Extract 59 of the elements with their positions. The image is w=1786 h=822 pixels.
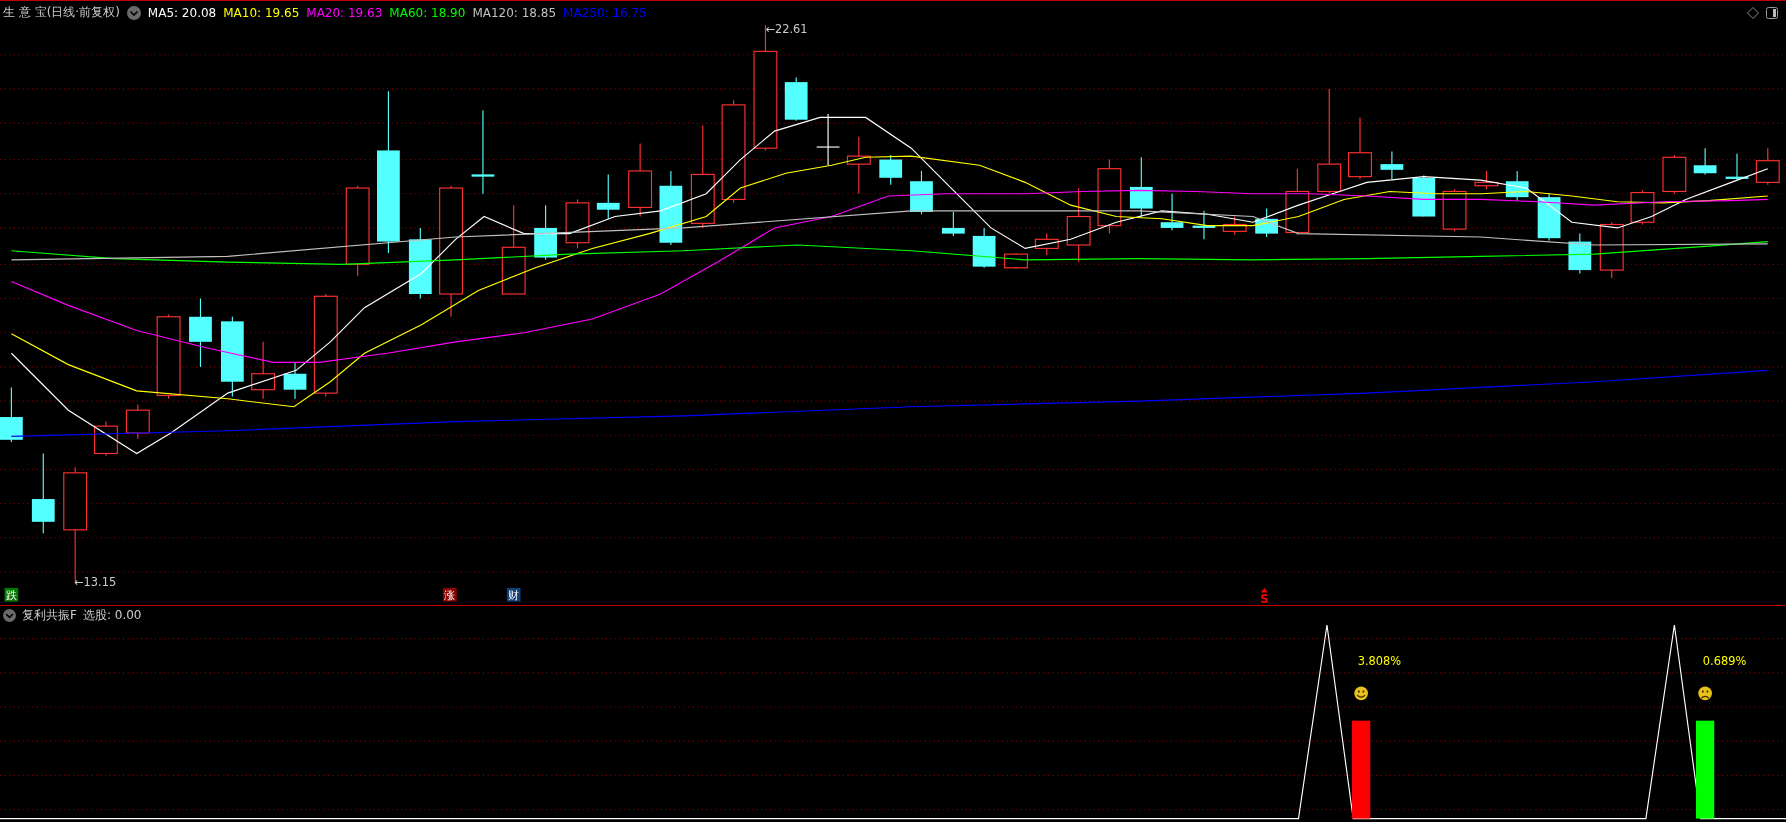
moving-average-reading: MA5: 20.08 [147,5,217,20]
candlestick [189,298,212,368]
candlestick [1192,210,1216,240]
percent-label: 3.808% [1357,653,1402,668]
candlestick [879,154,903,186]
candlestick [283,361,307,400]
candlestick [1537,193,1561,241]
candlestick [1568,233,1592,275]
moving-average-reading: MA120: 18.85 [472,5,557,20]
high-price-label: ←22.61 [765,24,808,37]
candlestick [1222,215,1247,236]
candlestick [1662,154,1687,195]
candlestick [1129,156,1153,218]
candlestick [1755,147,1780,186]
frowning-face-icon [1698,686,1712,701]
candlestick [1505,170,1529,202]
candlestick [1442,188,1467,232]
low-price-label: ←13.15 [74,574,117,589]
candlestick [1630,189,1655,226]
candlestick [972,227,996,269]
candlestick [1160,193,1184,231]
candlestick [1474,170,1499,190]
indicator-reading: 选股: 0.00 [82,607,142,624]
collapse-icon[interactable] [126,5,141,20]
panel-toggle-icon[interactable] [1766,6,1778,19]
indicator-name: 复利共振F [22,607,77,624]
candlestick [910,170,933,215]
candlestick [251,341,276,400]
candlestick [816,113,841,166]
smiley-face-icon [1354,686,1368,701]
candlestick [0,386,23,443]
moving-average-reading: MA10: 19.65 [223,5,300,20]
diamond-icon[interactable] [1747,6,1759,19]
candlestick [125,403,150,440]
candlestick [784,76,808,122]
signal-tag: 涨 [443,587,457,603]
candlestick [565,198,590,249]
candlestick [1285,168,1310,236]
stock-title: 生 意 宝(日线·前复权) [3,4,120,21]
candlestick [93,421,118,457]
candlestick [1034,233,1059,256]
candlestick [942,211,965,237]
candlestick [596,173,620,220]
candlestick [1599,221,1624,279]
moving-average-reading: MA60: 18.90 [389,5,466,20]
signal-tag: 跌 [4,587,19,603]
candlestick [1380,151,1404,180]
candlestick [1004,252,1028,270]
candlestick [1348,116,1372,180]
candlestick [534,204,557,261]
moving-average-reading: MA20: 19.63 [306,5,383,20]
candlestick [1255,208,1278,238]
moving-average-reading: MA250: 16.75 [563,5,647,20]
signal-tag: 财 [506,587,521,603]
candlestick [1693,147,1717,175]
candlestick [846,136,871,195]
collapse-icon[interactable] [3,609,16,622]
candlestick [1725,153,1749,181]
percent-label: 0.689% [1702,653,1747,668]
